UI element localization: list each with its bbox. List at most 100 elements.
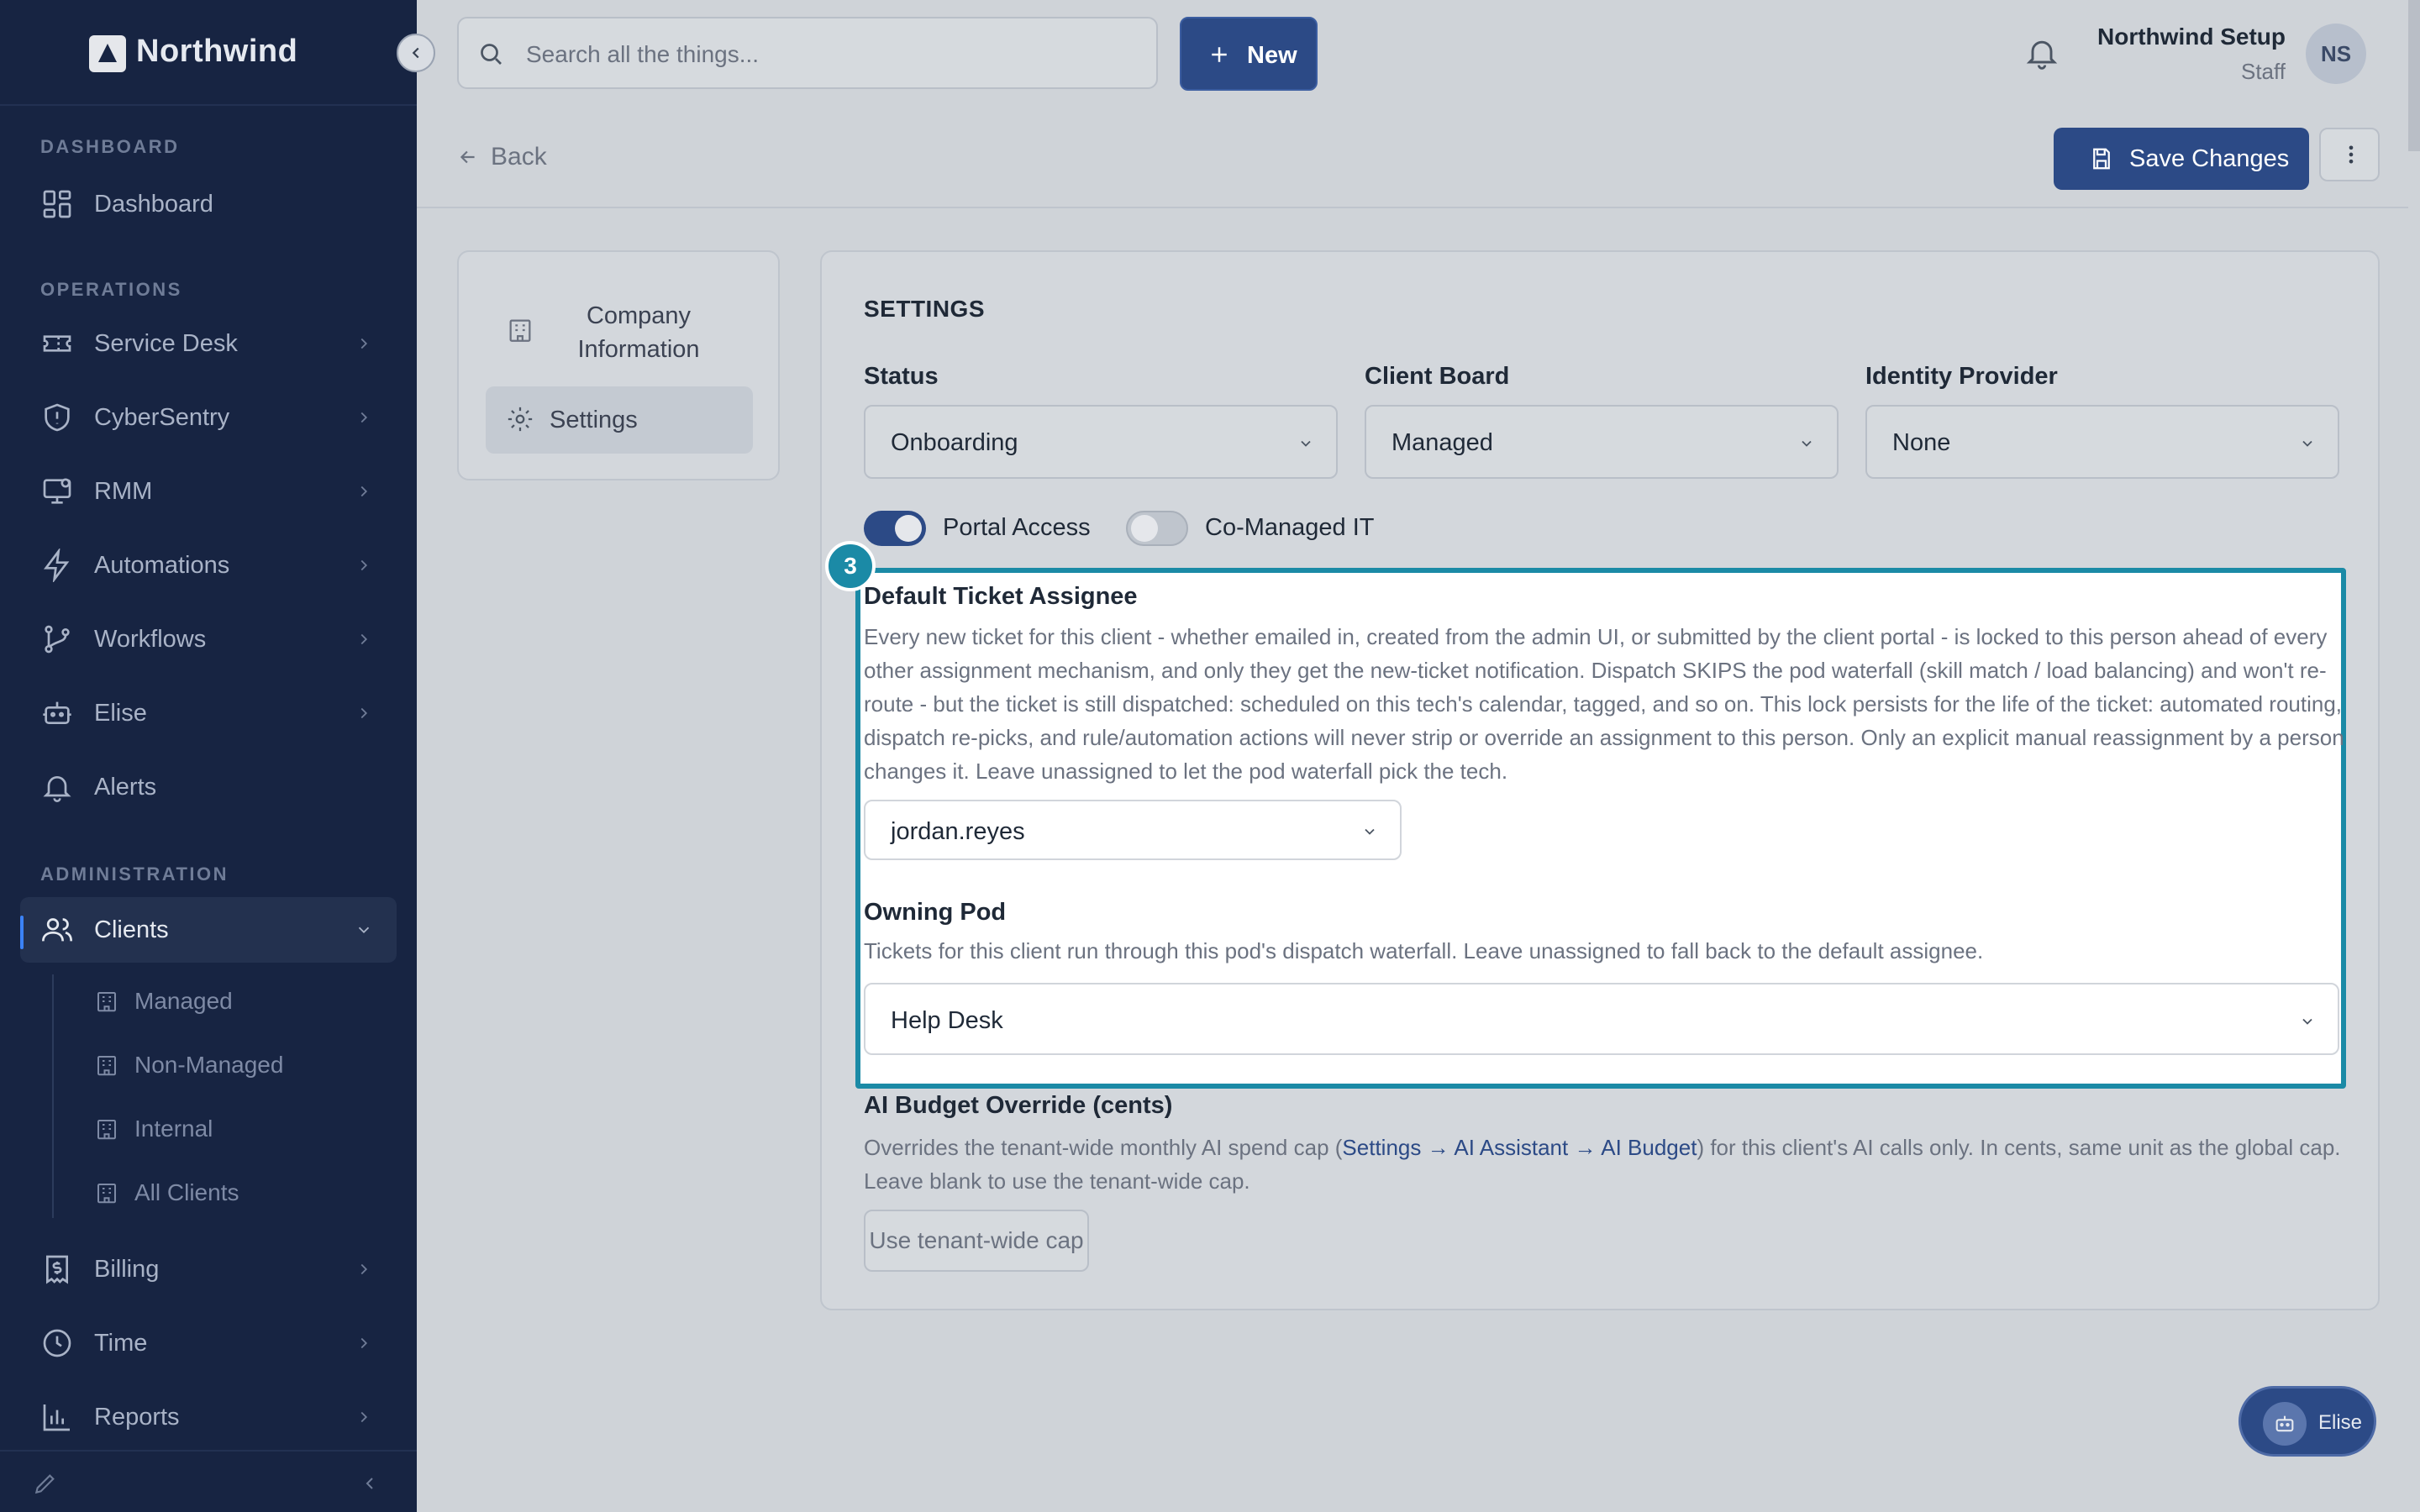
sidebar-item-elise[interactable]: Elise (20, 680, 397, 746)
chevron-down-icon (355, 921, 373, 939)
default-assignee-description: Every new ticket for this client - wheth… (864, 624, 2344, 784)
chevron-right-icon (355, 334, 373, 353)
chevron-left-icon (407, 44, 425, 62)
chevron-right-icon (355, 704, 373, 722)
elise-assistant-button[interactable]: Elise (2238, 1386, 2376, 1457)
save-changes-button[interactable]: Save Changes (2054, 128, 2309, 190)
sidebar-subitem-managed[interactable]: Managed (94, 978, 233, 1025)
search-placeholder: Search all the things... (526, 41, 760, 67)
sidebar-item-label: RMM (94, 477, 153, 505)
sidebar-item-time[interactable]: Time (20, 1310, 397, 1376)
chevron-down-icon (1798, 435, 1815, 452)
sidebar-item-label: Service Desk (94, 329, 238, 357)
sidebar-item-dashboard[interactable]: Dashboard (20, 171, 397, 237)
sidebar-subitem-label: All Clients (134, 1179, 239, 1205)
client-board-select[interactable]: Managed (1365, 405, 1839, 479)
sidebar-item-billing[interactable]: Billing (20, 1236, 397, 1302)
tab-settings[interactable]: Settings (486, 386, 753, 454)
identity-provider-label: Identity Provider (1865, 363, 2058, 390)
sidebar-item-label: Automations (94, 551, 230, 579)
co-managed-toggle[interactable] (1126, 511, 1188, 546)
client-board-label: Client Board (1365, 363, 1510, 390)
sidebar-subitem-label: Non-Managed (134, 1052, 284, 1078)
gear-icon (506, 405, 534, 433)
elise-label: Elise (2318, 1411, 2363, 1434)
sidebar-item-label: Dashboard (94, 190, 213, 218)
back-link[interactable]: Back (457, 143, 547, 171)
sidebar-item-label: Clients (94, 916, 169, 943)
default-assignee-value: jordan.reyes (891, 818, 1025, 845)
sidebar-subitem-non-managed[interactable]: Non-Managed (94, 1042, 283, 1089)
sidebar-item-label: Workflows (94, 625, 207, 653)
default-assignee-label: Default Ticket Assignee (864, 583, 1138, 610)
sidebar-footer (0, 1450, 417, 1512)
settings-tabs: Company Information Settings (457, 250, 780, 480)
chevron-right-icon (355, 1408, 373, 1426)
sidebar-collapse-button[interactable] (397, 34, 435, 72)
identity-provider-select[interactable]: None (1865, 405, 2339, 479)
sidebar-item-workflows[interactable]: Workflows (20, 606, 397, 672)
notifications-bell-icon[interactable] (2023, 34, 2060, 72)
default-assignee-select[interactable]: jordan.reyes (864, 800, 1402, 860)
sidebar-item-clients[interactable]: Clients (20, 897, 397, 963)
users-icon (40, 913, 74, 947)
sidebar-subitem-label: Managed (134, 988, 233, 1014)
more-options-button[interactable] (2319, 128, 2380, 181)
new-button[interactable]: New (1180, 17, 1318, 91)
nav-section-administration: ADMINISTRATION (40, 864, 229, 885)
status-select[interactable]: Onboarding (864, 405, 1338, 479)
avatar[interactable]: NS (2306, 24, 2366, 84)
chevron-right-icon (355, 482, 373, 501)
sidebar-subitem-internal[interactable]: Internal (94, 1105, 213, 1152)
sidebar-subitem-label: Internal (134, 1116, 213, 1142)
building-icon (94, 989, 119, 1014)
building-icon (94, 1053, 119, 1078)
tab-company-information[interactable]: Company Information (486, 291, 753, 375)
chevron-right-icon (355, 408, 373, 427)
pencil-icon[interactable] (32, 1470, 59, 1497)
user-name: Northwind Setup (2097, 24, 2286, 50)
submenu-rail (52, 974, 54, 1218)
sidebar-item-label: Alerts (94, 773, 157, 801)
toggle-knob (1131, 515, 1158, 542)
client-board-value: Managed (1392, 429, 1493, 456)
sidebar-item-alerts[interactable]: Alerts (20, 754, 397, 820)
chevron-down-icon (1297, 435, 1314, 452)
sidebar-item-reports[interactable]: Reports (20, 1384, 397, 1450)
owning-pod-label: Owning Pod (864, 899, 1007, 926)
search-input[interactable]: Search all the things... (457, 17, 1158, 89)
owning-pod-select[interactable]: Help Desk (864, 983, 2339, 1055)
use-tenant-wide-cap-button[interactable]: Use tenant-wide cap (864, 1210, 1089, 1272)
step-badge: 3 (825, 541, 876, 591)
collapse-sidebar-icon[interactable] (360, 1473, 380, 1494)
sidebar-item-label: Billing (94, 1255, 160, 1283)
lightning-icon (40, 549, 74, 582)
floppy-disk-icon (2089, 146, 2114, 171)
portal-access-toggle[interactable] (864, 511, 926, 546)
brand-name: Northwind (136, 34, 298, 69)
sidebar-item-cybersentry[interactable]: CyberSentry (20, 385, 397, 450)
owning-pod-value: Help Desk (891, 1007, 1003, 1034)
ai-budget-settings-link[interactable]: Settings → AI Assistant → AI Budget (1342, 1135, 1697, 1160)
chevron-down-icon (2299, 435, 2316, 452)
sidebar-item-rmm[interactable]: RMM (20, 459, 397, 524)
brand[interactable]: Northwind (0, 0, 417, 106)
dashboard-icon (40, 187, 74, 221)
sidebar-item-label: CyberSentry (94, 403, 230, 431)
tab-label: Company Information (577, 302, 700, 363)
shield-icon (40, 401, 74, 434)
chevron-down-icon (1361, 823, 1378, 840)
sidebar-item-service-desk[interactable]: Service Desk (20, 311, 397, 376)
sidebar-subitem-all-clients[interactable]: All Clients (94, 1169, 239, 1216)
ai-budget-description: Overrides the tenant-wide monthly AI spe… (864, 1131, 2351, 1198)
top-bar: Search all the things... New Northwind S… (417, 0, 2420, 106)
user-role: Staff (2240, 59, 2286, 84)
robot-icon (2263, 1402, 2307, 1446)
sidebar-item-automations[interactable]: Automations (20, 533, 397, 598)
page-scrollbar[interactable] (2408, 0, 2420, 151)
active-indicator (20, 916, 24, 949)
search-icon (476, 39, 506, 69)
robot-icon (40, 696, 74, 730)
settings-panel: SETTINGS Status Onboarding Client Board … (820, 250, 2380, 1310)
new-button-label: New (1247, 42, 1297, 69)
